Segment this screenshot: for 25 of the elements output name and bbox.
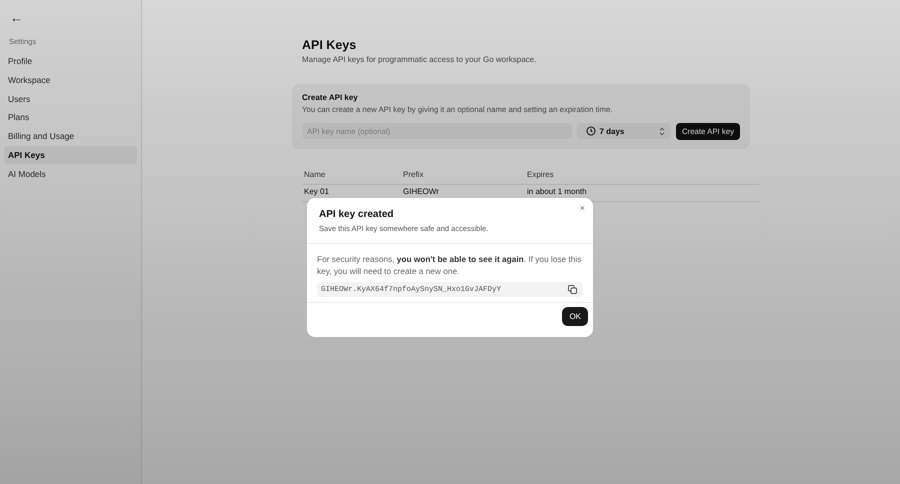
copy-icon[interactable]	[568, 285, 577, 294]
page-title: API Keys	[302, 38, 358, 52]
column-header: Name	[304, 170, 326, 179]
ok-button[interactable]: OK	[562, 307, 588, 326]
expiry-select[interactable]: 7 days	[577, 123, 671, 139]
sidebar-item[interactable]: Users	[4, 90, 137, 108]
sidebar-item[interactable]: AI Models	[4, 164, 137, 183]
dialog-title: API key created	[319, 209, 394, 220]
warning-message: For security reasons, you won't be able to see it again. If you lose this key, you will need to create a new one.	[317, 253, 582, 277]
sidebar-item[interactable]: Profile	[4, 52, 137, 70]
sidebar-item[interactable]: Plans	[4, 108, 137, 126]
page-subtitle: Manage API keys for programmatic access to your Go workspace.	[302, 55, 538, 64]
back-button[interactable]: ←	[10, 10, 24, 25]
clock-icon	[586, 126, 596, 136]
card-title: Create API key	[302, 93, 359, 102]
column-header: Prefix	[403, 170, 424, 179]
sidebar-item[interactable]: API Keys	[4, 146, 137, 164]
sidebar-item[interactable]: Billing and Usage	[4, 127, 137, 146]
close-button[interactable]: ×	[580, 203, 585, 213]
table-cell-text: Key 01	[304, 187, 330, 196]
chevron-icon	[658, 126, 665, 136]
column-header: Expires	[527, 170, 554, 179]
sidebar-item[interactable]: Workspace	[4, 70, 137, 89]
table-cell-text: GIHEOWr	[403, 187, 440, 196]
table-cell: in about 1 month	[527, 187, 587, 196]
